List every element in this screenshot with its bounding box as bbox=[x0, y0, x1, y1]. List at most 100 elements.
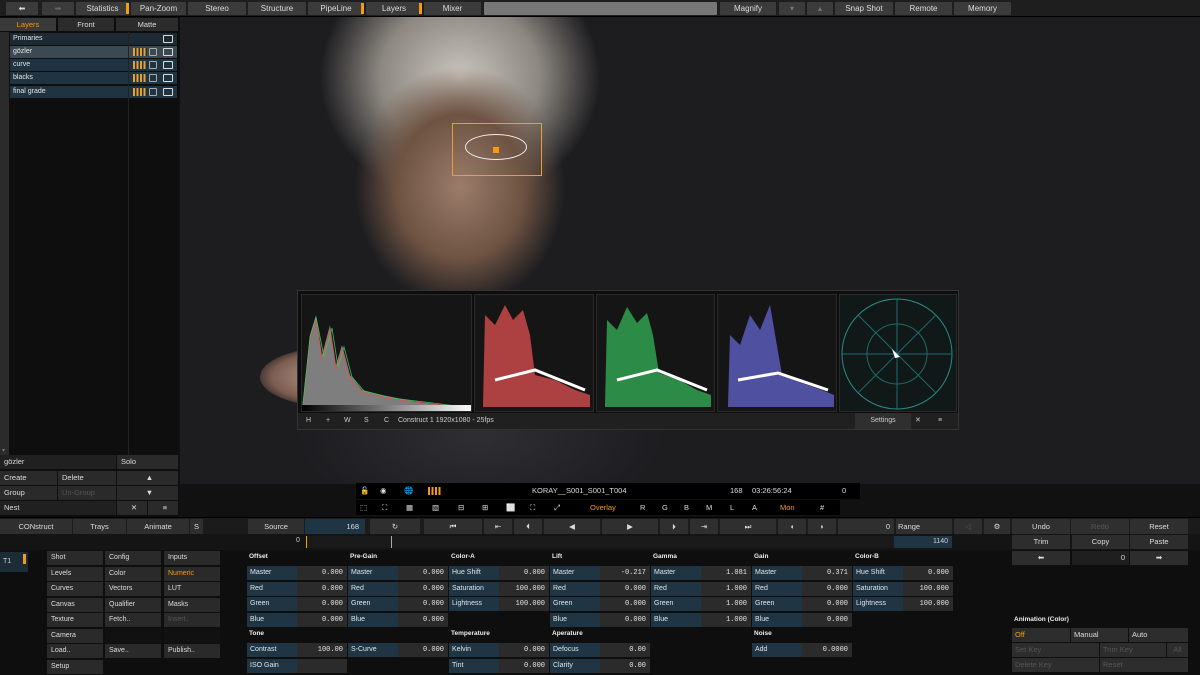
play-reverse-icon[interactable]: ◀ bbox=[544, 519, 600, 534]
menu-levels-button[interactable]: Levels bbox=[47, 566, 103, 581]
memory-button[interactable]: Memory bbox=[954, 2, 1011, 15]
channel-l[interactable]: L bbox=[730, 500, 734, 515]
layer-item[interactable]: curve bbox=[10, 59, 177, 71]
menu-qualifier-button[interactable]: Qualifier bbox=[105, 597, 161, 612]
timeline-track[interactable] bbox=[306, 536, 894, 548]
set-key-button[interactable]: Set Key bbox=[1012, 643, 1099, 657]
split-icon[interactable]: ▦ bbox=[406, 500, 413, 515]
menu-texture-button[interactable]: Texture bbox=[47, 613, 103, 627]
menu-color-button[interactable]: Color bbox=[105, 566, 161, 581]
scope-w-button[interactable]: W bbox=[344, 413, 351, 429]
layer-name-field[interactable]: gözler bbox=[0, 455, 116, 469]
channel-b[interactable]: B bbox=[684, 500, 689, 515]
zoom-in-icon[interactable]: ⊞ bbox=[482, 500, 488, 515]
source-button[interactable]: Source bbox=[248, 519, 304, 534]
pregain-param-value[interactable]: 0.000 bbox=[398, 566, 448, 580]
scope-h-button[interactable]: H bbox=[306, 413, 311, 429]
tab-pan-zoom[interactable]: Pan-Zoom bbox=[131, 2, 186, 15]
menu-vectors-button[interactable]: Vectors bbox=[105, 582, 161, 596]
create-button[interactable]: Create bbox=[0, 471, 57, 485]
shape-center-handle[interactable] bbox=[493, 147, 499, 153]
range-button[interactable]: Range bbox=[896, 519, 952, 534]
channel-r[interactable]: R bbox=[640, 500, 645, 515]
redo-button[interactable]: Redo bbox=[1071, 519, 1129, 534]
scope-settings-button[interactable]: Settings bbox=[855, 413, 911, 429]
prev-arrow-icon[interactable]: ⬅ bbox=[1012, 551, 1070, 565]
overlay-button[interactable]: Overlay bbox=[590, 500, 616, 515]
step-forward-icon[interactable]: ⏵ bbox=[660, 519, 688, 534]
layer-group-primaries[interactable]: Primaries bbox=[10, 33, 177, 45]
tab-stereo[interactable]: Stereo bbox=[188, 2, 246, 15]
lock-icon[interactable]: 🔓 bbox=[360, 483, 369, 499]
mark-in-icon[interactable]: ◖ bbox=[778, 519, 806, 534]
mark-out-icon[interactable]: ◗ bbox=[808, 519, 836, 534]
paste-button[interactable]: Paste bbox=[1130, 535, 1188, 549]
menu-masks-button[interactable]: Masks bbox=[164, 597, 220, 612]
aperture-param-value[interactable]: 0.00 bbox=[600, 643, 650, 657]
camera-icon[interactable]: ◉ bbox=[380, 483, 387, 499]
channel-a[interactable]: A bbox=[752, 500, 757, 515]
gamma-param-value[interactable]: 1.000 bbox=[701, 581, 751, 596]
gain-param-value[interactable]: 0.000 bbox=[802, 581, 852, 596]
menu-fetch-button[interactable]: Fetch.. bbox=[105, 613, 161, 627]
menu-config-button[interactable]: Config bbox=[105, 551, 161, 565]
trim-key-button[interactable]: Trim Key bbox=[1100, 643, 1166, 657]
tab-front[interactable]: Front bbox=[58, 18, 114, 31]
menu-curves-button[interactable]: Curves bbox=[47, 582, 103, 596]
gamma-param-value[interactable]: 1.081 bbox=[701, 566, 751, 580]
lift-param-value[interactable]: 0.000 bbox=[600, 597, 650, 611]
snap-shot-button[interactable]: Snap Shot bbox=[835, 2, 893, 15]
frame-out-field[interactable]: 0 bbox=[838, 519, 894, 534]
colora-param-value[interactable]: 0.000 bbox=[499, 566, 549, 580]
group-button[interactable]: Group bbox=[0, 486, 57, 500]
next-arrow-icon[interactable]: ➡ bbox=[1130, 551, 1188, 565]
aperture-param-value[interactable]: 0.00 bbox=[600, 658, 650, 673]
gamma-param-value[interactable]: 1.000 bbox=[701, 612, 751, 627]
go-start-icon[interactable]: ⏮ bbox=[424, 519, 482, 534]
playhead[interactable] bbox=[391, 536, 392, 548]
scope-menu-icon[interactable]: ≡ bbox=[938, 413, 942, 429]
wipe-icon[interactable]: ▧ bbox=[432, 500, 439, 515]
channel-m[interactable]: M bbox=[706, 500, 712, 515]
offset-param-value[interactable]: 0.000 bbox=[297, 612, 347, 627]
go-end-icon[interactable]: ⏭ bbox=[720, 519, 776, 534]
trim-button[interactable]: Trim bbox=[1012, 535, 1070, 549]
temperature-param-value[interactable]: 0.000 bbox=[499, 643, 549, 657]
s-button[interactable]: S bbox=[190, 519, 203, 534]
lift-param-value[interactable]: 0.000 bbox=[600, 612, 650, 627]
remote-button[interactable]: Remote bbox=[895, 2, 952, 15]
play-icon[interactable]: ▶ bbox=[602, 519, 658, 534]
solo-button[interactable]: Solo bbox=[117, 455, 178, 469]
scope-c-button[interactable]: C bbox=[384, 413, 389, 429]
grid-icon[interactable]: # bbox=[820, 500, 824, 515]
layer-item[interactable]: final grade bbox=[10, 86, 177, 98]
loop-icon[interactable]: ↻ bbox=[370, 519, 420, 534]
offset-param-value[interactable]: 0.000 bbox=[297, 566, 347, 580]
colora-param-value[interactable]: 100.000 bbox=[499, 597, 549, 611]
gamma-param-value[interactable]: 1.000 bbox=[701, 597, 751, 611]
step-back-icon[interactable]: ⏴ bbox=[514, 519, 542, 534]
menu-publish-button[interactable]: Publish.. bbox=[164, 644, 220, 658]
zoom-out-icon[interactable]: ⊟ bbox=[458, 500, 464, 515]
anim-auto-button[interactable]: Auto bbox=[1129, 628, 1188, 642]
track-t1[interactable]: T1 bbox=[0, 552, 28, 572]
bars-icon[interactable] bbox=[428, 487, 442, 495]
move-up-button[interactable]: ▲ bbox=[117, 471, 178, 485]
gain-param-value[interactable]: 0.000 bbox=[802, 612, 852, 627]
lift-param-value[interactable]: -0.217 bbox=[600, 566, 650, 580]
trays-button[interactable]: Trays bbox=[73, 519, 126, 534]
tab-layers-panel[interactable]: Layers bbox=[0, 18, 56, 31]
tab-statistics[interactable]: Statistics bbox=[76, 2, 129, 15]
nest-field[interactable]: Nest bbox=[0, 501, 116, 515]
magnify-up-button[interactable]: ▴ bbox=[807, 2, 833, 15]
layer-item[interactable]: gözler bbox=[10, 46, 177, 58]
pregain-param-value[interactable]: 0.000 bbox=[398, 597, 448, 611]
back-button[interactable]: ⬅ bbox=[6, 2, 38, 15]
forward-button[interactable]: ➡ bbox=[42, 2, 74, 15]
tone-param-value[interactable]: 100.00 bbox=[297, 643, 347, 657]
reset-button[interactable]: Reset bbox=[1130, 519, 1188, 534]
prev-cut-icon[interactable]: ⇤ bbox=[484, 519, 512, 534]
menu-setup-button[interactable]: Setup bbox=[47, 659, 103, 674]
layers-scrollbar[interactable] bbox=[0, 32, 9, 459]
gain-param-value[interactable]: 0.371 bbox=[802, 566, 852, 580]
